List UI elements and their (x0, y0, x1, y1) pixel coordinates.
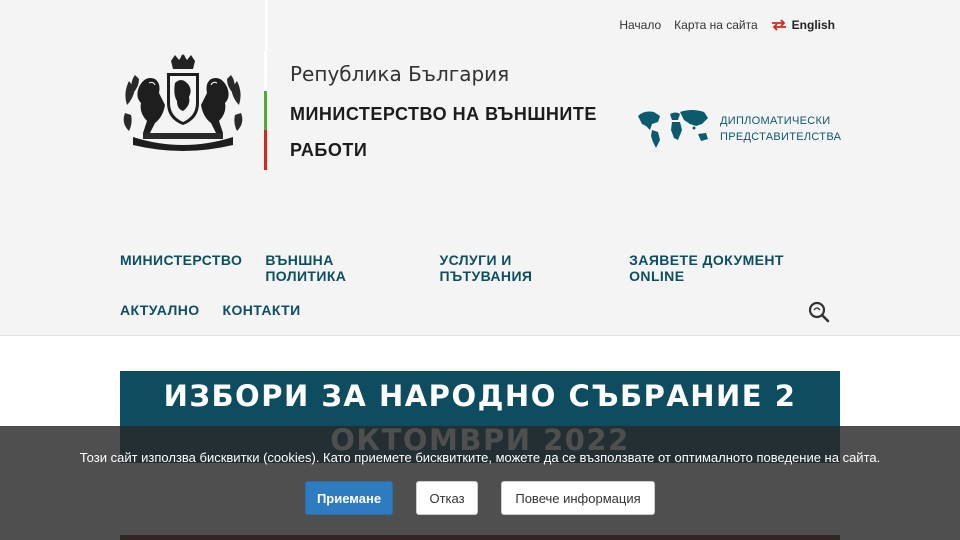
utility-links: Начало Карта на сайта English (619, 18, 835, 32)
diplomatic-line-2: ПРЕДСТАВИТЕЛСТВА (720, 131, 842, 143)
diplomatic-missions-link[interactable]: ДИПЛОМАТИЧЕСКИ ПРЕДСТАВИТЕЛСТВА (636, 108, 841, 150)
cookie-consent-bar: Този сайт използва бисквитки (cookies). … (0, 426, 960, 540)
nav-contacts[interactable]: КОНТАКТИ (223, 302, 301, 318)
coat-of-arms-emblem[interactable] (119, 53, 247, 153)
language-label: English (791, 18, 835, 32)
site-header: Начало Карта на сайта English Република … (0, 0, 960, 336)
republic-title: Република България (290, 62, 510, 86)
cookie-message: Този сайт използва бисквитки (cookies). … (79, 450, 881, 465)
cookie-buttons: Приемане Отказ Повече информация (0, 481, 960, 515)
diplomatic-line-1: ДИПЛОМАТИЧЕСКИ (720, 115, 831, 127)
nav-news[interactable]: АКТУАЛНО (120, 302, 200, 318)
main-nav-row-2: АКТУАЛНО КОНТАКТИ (120, 302, 840, 318)
nav-request-document-online[interactable]: ЗАЯВЕТЕ ДОКУМЕНТ ONLINE (629, 252, 840, 284)
world-map-icon (638, 110, 708, 148)
nav-services-travel[interactable]: УСЛУГИ И ПЪТУВАНИЯ (440, 252, 607, 284)
accept-cookies-button[interactable]: Приемане (305, 481, 393, 515)
ministry-title[interactable]: МИНИСТЕРСТВО НА ВЪНШНИТЕ РАБОТИ (290, 96, 630, 168)
search-icon[interactable] (808, 301, 830, 323)
nav-ministry[interactable]: МИНИСТЕРСТВО (120, 252, 242, 284)
main-nav-row-1: МИНИСТЕРСТВО ВЪНШНА ПОЛИТИКА УСЛУГИ И ПЪ… (120, 252, 840, 284)
bulgarian-flag-stripe (264, 51, 267, 170)
top-divider (265, 0, 268, 50)
language-switch[interactable]: English (771, 18, 835, 32)
home-link[interactable]: Начало (619, 18, 661, 32)
sitemap-link[interactable]: Карта на сайта (674, 18, 758, 32)
decline-cookies-button[interactable]: Отказ (416, 481, 478, 515)
swap-arrows-icon (771, 19, 786, 31)
more-info-button[interactable]: Повече информация (501, 481, 655, 515)
nav-foreign-policy[interactable]: ВЪНШНА ПОЛИТИКА (265, 252, 416, 284)
diplomatic-missions-label: ДИПЛОМАТИЧЕСКИ ПРЕДСТАВИТЕЛСТВА (720, 113, 841, 145)
